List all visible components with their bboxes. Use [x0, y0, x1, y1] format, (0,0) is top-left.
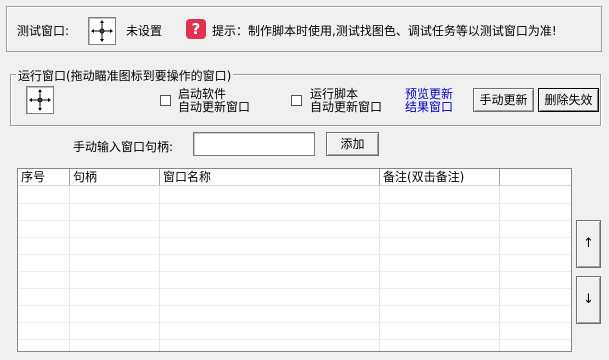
- grid-line: [18, 322, 571, 323]
- window-list[interactable]: 序号 句柄 窗口名称 备注(双击备注): [17, 168, 572, 352]
- run-window-legend: 运行窗口(拖动瞄准图标到要操作的窗口): [16, 67, 234, 84]
- run-script-label[interactable]: 运行脚本 自动更新窗口: [310, 88, 382, 114]
- move-up-button[interactable]: ↑: [576, 220, 601, 268]
- delete-invalid-button[interactable]: 删除失效: [538, 88, 599, 112]
- start-software-line2: 自动更新窗口: [178, 100, 251, 114]
- grid-line: [18, 288, 571, 289]
- test-window-status: 未设置: [126, 24, 163, 38]
- grid-line: [69, 186, 70, 351]
- start-software-label[interactable]: 启动软件 自动更新窗口: [178, 88, 250, 114]
- column-header-index[interactable]: 序号: [18, 169, 70, 185]
- add-button[interactable]: 添加: [326, 132, 379, 156]
- manual-handle-label: 手动输入窗口句柄:: [73, 140, 174, 154]
- start-software-checkbox[interactable]: [160, 95, 171, 106]
- crosshair-icon[interactable]: [26, 86, 54, 114]
- preview-update-link[interactable]: 预览更新 结果窗口: [405, 88, 453, 114]
- grid-line: [379, 186, 380, 351]
- grid-line: [159, 186, 160, 351]
- grid-line: [18, 254, 571, 255]
- grid-line: [499, 186, 500, 351]
- column-header-window-name[interactable]: 窗口名称: [160, 169, 380, 185]
- column-header-handle[interactable]: 句柄: [70, 169, 160, 185]
- column-header-extra[interactable]: [500, 169, 571, 185]
- grid-line: [18, 305, 571, 306]
- manual-update-button[interactable]: 手动更新: [473, 88, 534, 112]
- column-header-note[interactable]: 备注(双击备注): [380, 169, 500, 185]
- move-down-button[interactable]: ↓: [576, 276, 601, 324]
- test-window-label: 测试窗口:: [17, 24, 70, 38]
- grid-line: [18, 220, 571, 221]
- grid-line: [18, 237, 571, 238]
- handle-input[interactable]: [193, 132, 315, 156]
- hint-text: 提示：制作脚本时使用,测试找图色、调试任务等以测试窗口为准!: [212, 24, 557, 38]
- question-icon: ?: [186, 19, 206, 39]
- grid-line: [18, 271, 571, 272]
- run-script-checkbox[interactable]: [291, 95, 302, 106]
- grid-line: [18, 203, 571, 204]
- crosshair-icon[interactable]: [88, 17, 116, 45]
- preview-link-line2: 结果窗口: [405, 100, 454, 114]
- grid-line: [18, 339, 571, 340]
- list-header: 序号 句柄 窗口名称 备注(双击备注): [18, 169, 571, 186]
- run-script-line2: 自动更新窗口: [310, 100, 383, 114]
